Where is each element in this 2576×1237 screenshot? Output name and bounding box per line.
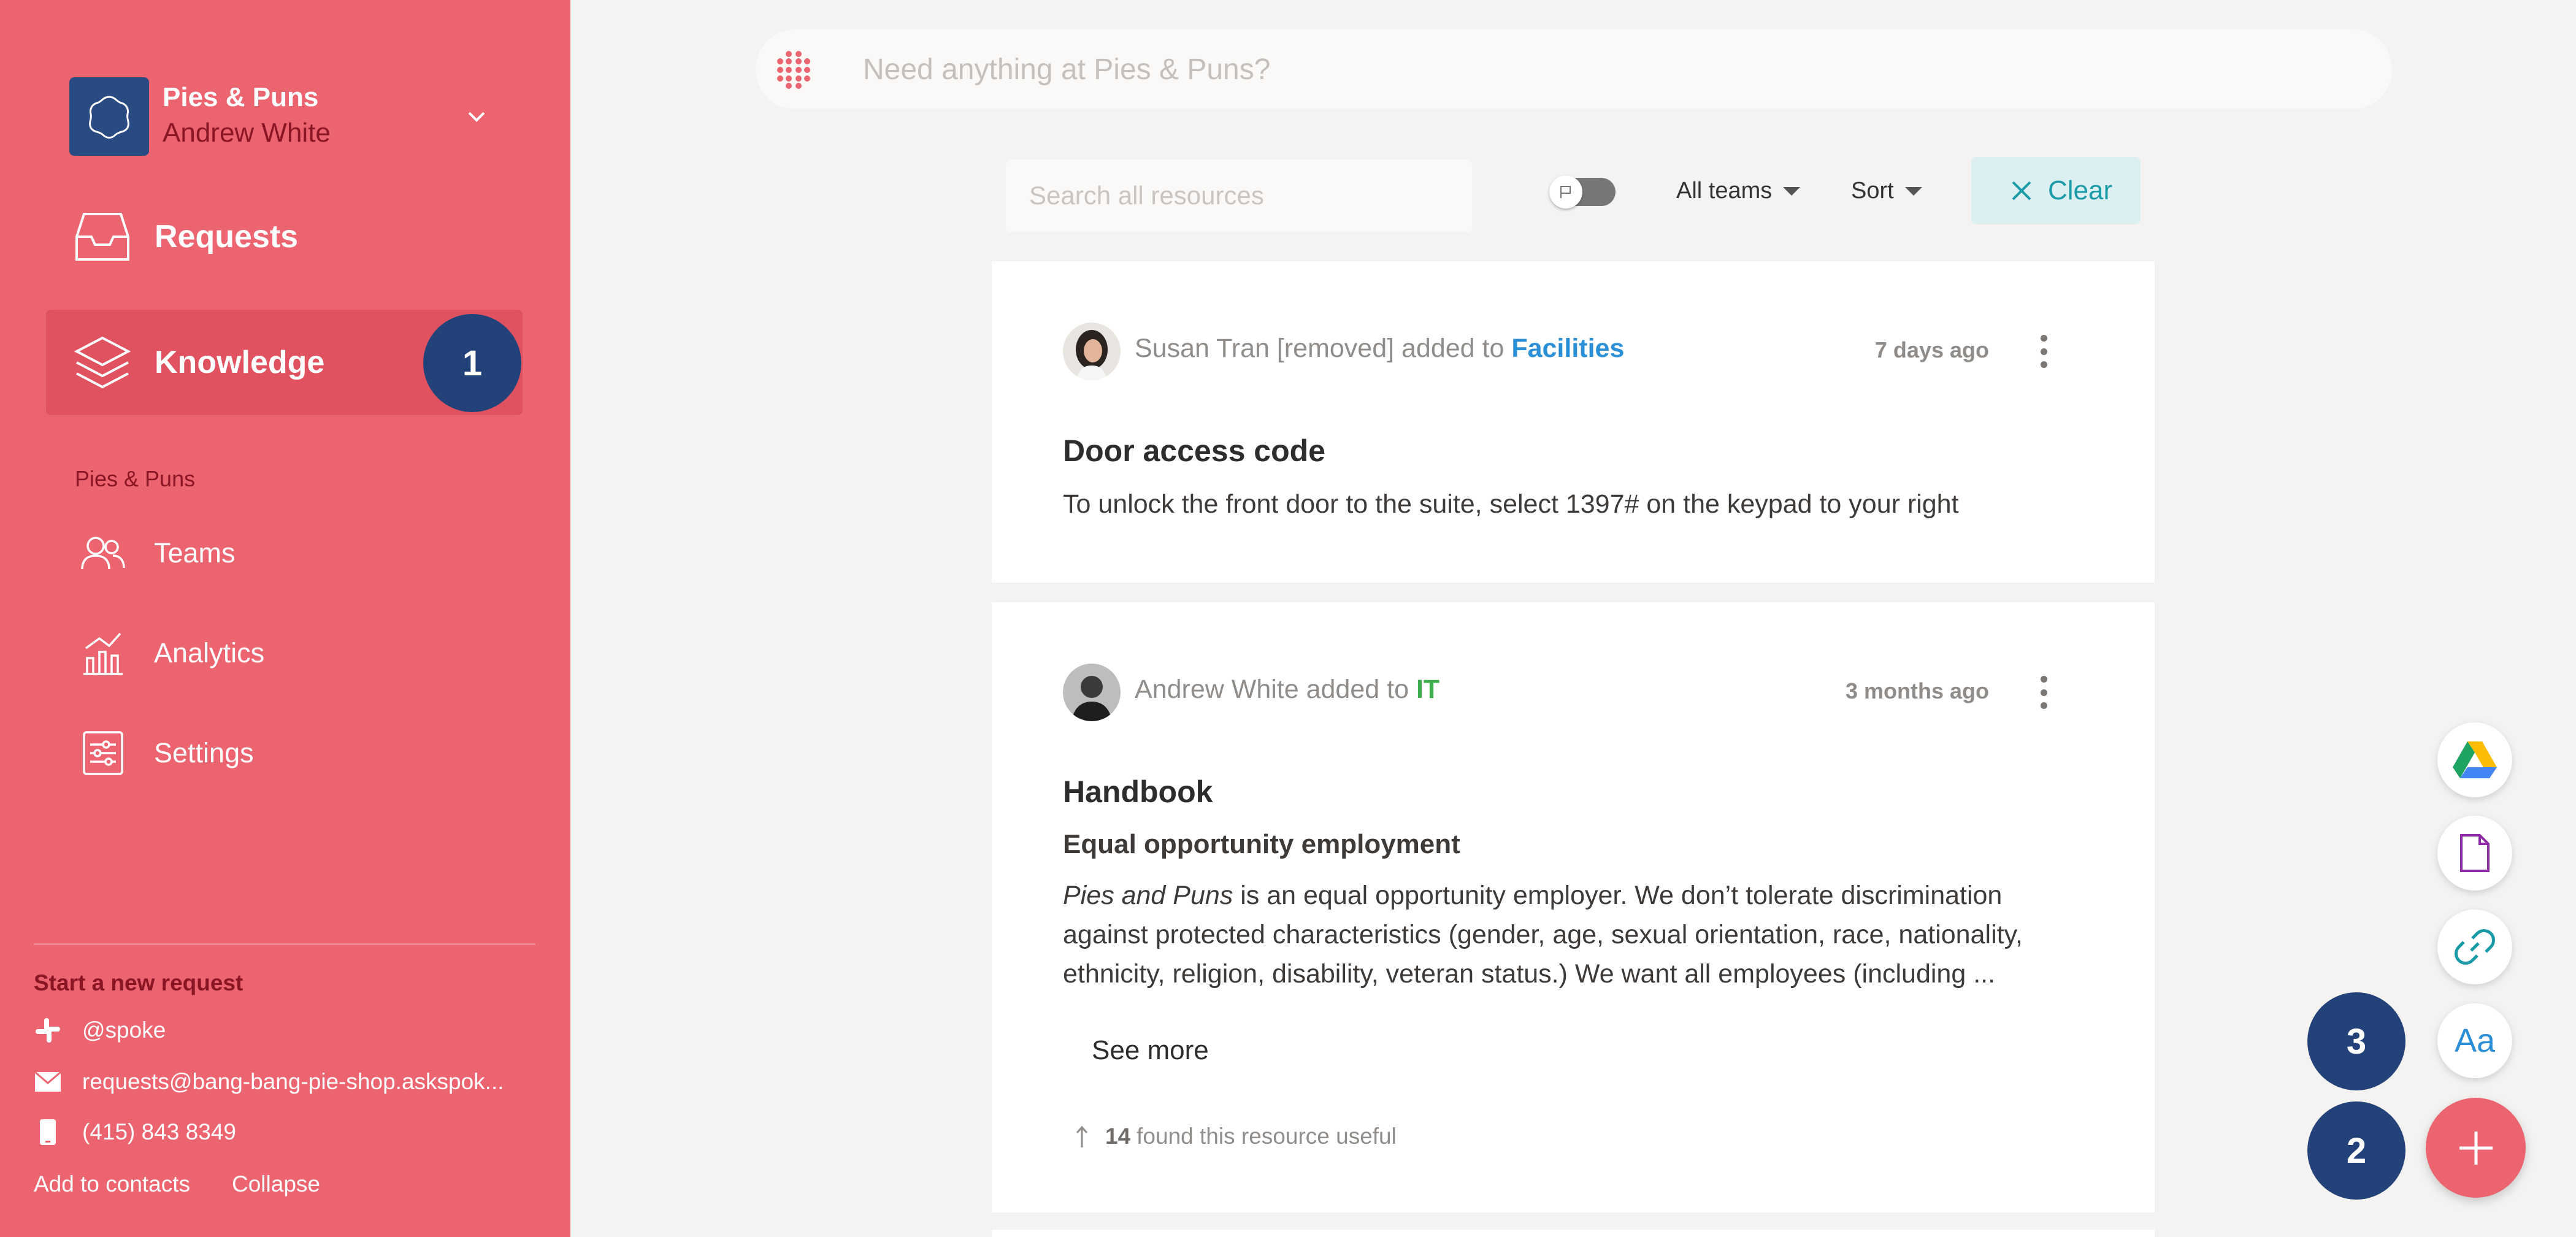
ask-bar[interactable]: Need anything at Pies & Puns? xyxy=(756,29,2392,109)
sort-dropdown-label: Sort xyxy=(1851,178,1894,204)
nav-item-requests[interactable]: Requests xyxy=(46,184,523,289)
flag-icon xyxy=(1549,175,1582,209)
resource-card[interactable]: Andrew White added to IT 3 months ago Ha… xyxy=(992,602,2155,1212)
more-options-icon[interactable] xyxy=(2034,671,2053,714)
analytics-icon xyxy=(74,624,132,683)
request-email: requests@bang-bang-pie-shop.askspok... xyxy=(82,1069,504,1094)
step-badge-1: 1 xyxy=(423,314,521,412)
contact-email[interactable]: requests@bang-bang-pie-shop.askspok... xyxy=(31,1063,546,1100)
new-request-heading: Start a new request xyxy=(34,970,243,995)
card-author: Andrew White added to xyxy=(1135,675,1416,704)
card-title[interactable]: Handbook xyxy=(1063,774,1213,810)
team-link-facilities[interactable]: Facilities xyxy=(1511,334,1624,363)
section-label: Pies & Puns xyxy=(75,466,196,491)
chevron-down-icon[interactable] xyxy=(463,103,490,130)
people-icon xyxy=(74,524,132,583)
teams-dropdown[interactable]: All teams xyxy=(1676,178,1801,204)
card-author: Susan Tran [removed] added to xyxy=(1135,334,1512,363)
nav-label-requests: Requests xyxy=(155,219,299,255)
useful-indicator: 14 found this resource useful xyxy=(1075,1124,1397,1149)
avatar xyxy=(1063,323,1121,380)
phone-icon xyxy=(31,1115,65,1149)
teams-dropdown-label: All teams xyxy=(1676,178,1773,204)
contact-phone[interactable]: (415) 843 8349 xyxy=(31,1114,546,1151)
resource-card[interactable]: Susan Tran [removed] added to Facilities… xyxy=(992,261,2155,583)
card-body: To unlock the front door to the suite, s… xyxy=(1063,489,1959,519)
clear-button[interactable]: Clear xyxy=(1971,157,2141,224)
document-icon xyxy=(2460,834,2490,872)
link-button[interactable] xyxy=(2437,910,2512,984)
card-meta: Susan Tran [removed] added to Facilities xyxy=(1135,334,1624,364)
google-drive-icon xyxy=(2453,741,2497,778)
sidebar-divider xyxy=(34,943,535,945)
nav-item-settings[interactable]: Settings xyxy=(74,722,442,784)
nav-item-teams[interactable]: Teams xyxy=(74,523,442,584)
org-logo[interactable] xyxy=(69,77,149,156)
useful-text: found this resource useful xyxy=(1137,1124,1397,1149)
document-button[interactable] xyxy=(2437,816,2512,890)
org-name: Pies & Puns xyxy=(163,82,319,112)
card-timestamp: 7 days ago xyxy=(1874,337,1989,362)
ask-bar-placeholder: Need anything at Pies & Puns? xyxy=(863,53,1271,86)
card-body: Pies and Puns is an equal opportunity em… xyxy=(1063,876,2093,994)
nav-item-analytics[interactable]: Analytics xyxy=(74,622,442,684)
flag-toggle[interactable] xyxy=(1549,175,1616,209)
add-to-contacts-link[interactable]: Add to contacts xyxy=(34,1171,190,1197)
contact-slack[interactable]: @spoke xyxy=(31,1012,546,1049)
card-title[interactable]: Door access code xyxy=(1063,433,1325,469)
nav-label-analytics: Analytics xyxy=(154,637,265,668)
plus-icon xyxy=(2459,1131,2493,1165)
card-subtitle: Equal opportunity employment xyxy=(1063,829,1460,859)
resource-search-input[interactable] xyxy=(1006,159,1472,232)
request-phone: (415) 843 8349 xyxy=(82,1119,236,1144)
more-options-icon[interactable] xyxy=(2034,330,2053,373)
link-icon xyxy=(2455,929,2495,965)
close-icon xyxy=(2012,181,2031,201)
collapse-link[interactable]: Collapse xyxy=(232,1171,320,1197)
spoke-logo-icon xyxy=(777,51,810,89)
clear-button-label: Clear xyxy=(2048,175,2113,205)
org-logo-icon xyxy=(89,96,129,139)
resource-search xyxy=(1006,159,1472,232)
inbox-icon xyxy=(72,206,133,267)
text-format-icon: Aa xyxy=(2454,1022,2496,1059)
text-snippet-button[interactable]: Aa xyxy=(2437,1003,2512,1078)
team-link-it[interactable]: IT xyxy=(1416,675,1439,704)
sidebar: Pies & Puns Andrew White Requests Knowle… xyxy=(0,0,570,1237)
card-meta: Andrew White added to IT xyxy=(1135,675,1439,705)
sort-dropdown[interactable]: Sort xyxy=(1851,178,1922,204)
card-timestamp: 3 months ago xyxy=(1845,678,1989,703)
google-drive-button[interactable] xyxy=(2437,722,2512,797)
arrow-up-icon[interactable] xyxy=(1075,1124,1089,1149)
nav-label-knowledge: Knowledge xyxy=(155,345,325,380)
nav-label-settings: Settings xyxy=(154,737,254,768)
caret-down-icon xyxy=(1783,186,1801,196)
step-badge-2: 2 xyxy=(2307,1101,2405,1200)
step-badge-3: 3 xyxy=(2307,992,2405,1090)
nav-label-teams: Teams xyxy=(154,537,236,569)
user-name: Andrew White xyxy=(163,118,331,148)
slack-handle: @spoke xyxy=(82,1017,166,1043)
see-more-button[interactable]: See more xyxy=(1092,1035,1209,1066)
card-body-company: Pies and Puns xyxy=(1063,881,1233,910)
settings-icon xyxy=(74,724,132,783)
avatar xyxy=(1063,664,1121,721)
resource-card xyxy=(992,1230,2155,1237)
mail-icon xyxy=(31,1065,65,1099)
layers-icon xyxy=(72,332,133,393)
slack-icon xyxy=(31,1013,65,1047)
add-resource-button[interactable] xyxy=(2426,1098,2526,1198)
caret-down-icon xyxy=(1904,186,1922,196)
useful-count: 14 xyxy=(1105,1124,1131,1149)
